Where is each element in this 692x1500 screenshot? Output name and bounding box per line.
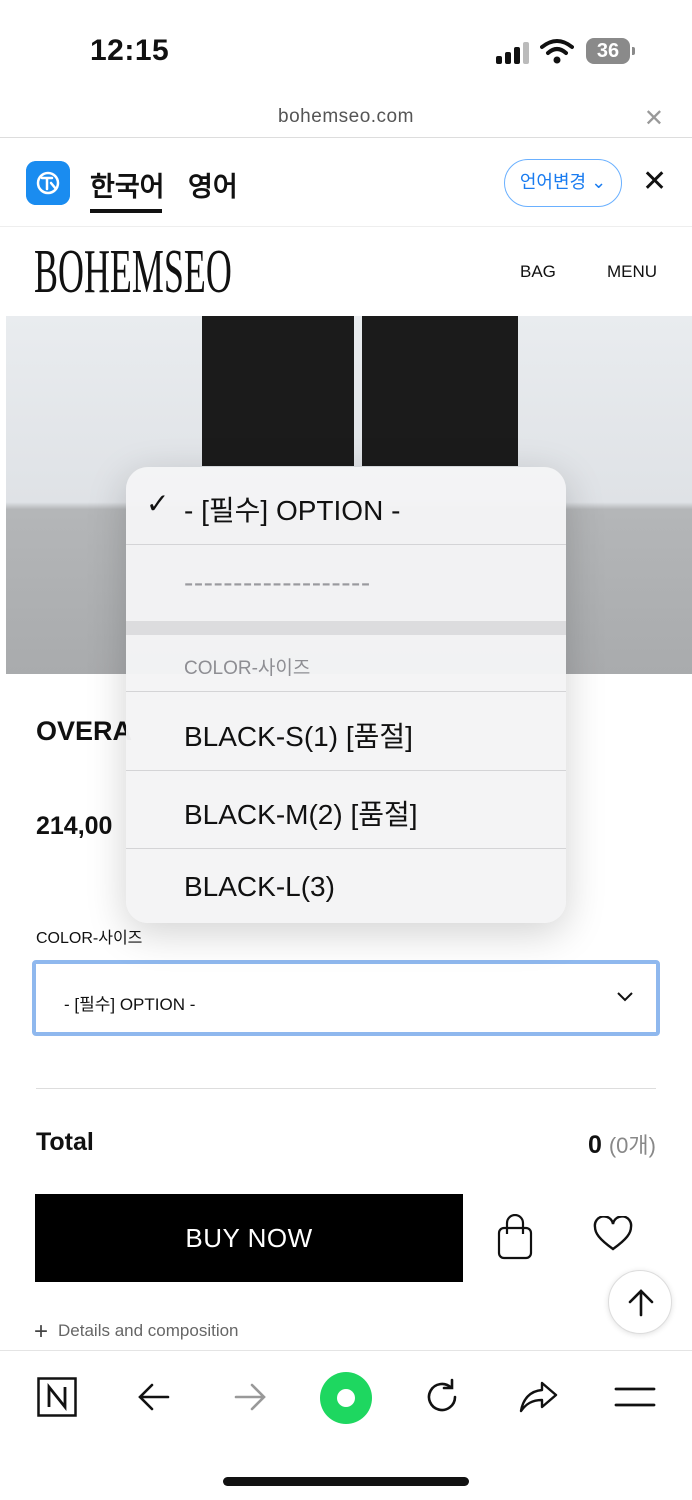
- option-label: COLOR-사이즈: [36, 930, 143, 947]
- product-price: 214,00: [36, 812, 113, 840]
- nav-menu-link[interactable]: MENU: [607, 262, 657, 282]
- select-value: - [필수] OPTION -: [64, 995, 196, 1014]
- total-value: 0 (0개): [588, 1128, 656, 1160]
- url-text[interactable]: bohemseo.com: [0, 106, 692, 128]
- scroll-top-button[interactable]: [608, 1270, 672, 1334]
- checkmark-icon: ✓: [146, 488, 170, 519]
- naver-n-icon[interactable]: [37, 1377, 77, 1417]
- dropdown-option-separator[interactable]: -------------------: [126, 545, 566, 621]
- status-bar: 12:15 36: [0, 0, 692, 100]
- active-tab-underline: [90, 209, 162, 213]
- tab-korean[interactable]: 한국어: [90, 165, 165, 204]
- option-select[interactable]: - [필수] OPTION -: [32, 960, 660, 1036]
- heart-icon[interactable]: [593, 1216, 633, 1252]
- translate-app-icon[interactable]: [26, 161, 70, 205]
- pant-leg-left: [202, 316, 354, 466]
- details-label: Details and composition: [58, 1321, 239, 1340]
- share-icon[interactable]: [518, 1379, 560, 1415]
- reload-icon[interactable]: [422, 1377, 462, 1417]
- close-icon[interactable]: ✕: [642, 167, 667, 197]
- site-header: BOHEMSEO BAG MENU: [0, 228, 692, 316]
- close-icon[interactable]: ✕: [644, 104, 664, 133]
- dropdown-group-header: COLOR-사이즈: [126, 635, 566, 692]
- dropdown-option-label: - [필수] OPTION -: [184, 495, 401, 526]
- battery-level: 36: [596, 40, 620, 62]
- wifi-icon: [540, 39, 574, 64]
- home-indicator: [223, 1477, 469, 1486]
- arrow-left-icon[interactable]: [136, 1379, 172, 1415]
- dropdown-option-label: -------------------: [184, 567, 371, 598]
- shopping-bag-icon[interactable]: [497, 1214, 533, 1260]
- battery-icon: 36: [586, 38, 635, 64]
- status-time: 12:15: [90, 34, 170, 67]
- cellular-signal-icon: [496, 42, 532, 64]
- tab-english[interactable]: 영어: [188, 165, 238, 204]
- dropdown-group-label: COLOR-사이즈: [184, 658, 311, 679]
- buy-now-button[interactable]: BUY NOW: [35, 1194, 463, 1282]
- dropdown-group-gap: [126, 621, 566, 635]
- site-logo[interactable]: BOHEMSEO: [34, 236, 232, 308]
- total-count: (0개): [608, 1133, 656, 1158]
- nav-bag-link[interactable]: BAG: [520, 262, 556, 282]
- option-dropdown: ✓ - [필수] OPTION - ------------------- CO…: [126, 467, 566, 923]
- dropdown-option-label: BLACK-L(3): [184, 871, 335, 902]
- total-amount: 0: [588, 1131, 602, 1159]
- arrow-right-icon[interactable]: [232, 1379, 268, 1415]
- browser-toolbar: [0, 1350, 692, 1500]
- dropdown-option-label: BLACK-M(2) [품절]: [184, 799, 418, 830]
- dropdown-option[interactable]: BLACK-M(2) [품절]: [126, 771, 566, 849]
- divider: [36, 1088, 656, 1089]
- plus-icon: +: [34, 1318, 49, 1345]
- url-bar[interactable]: bohemseo.com ✕: [0, 100, 692, 138]
- translate-bar: 한국어 영어 언어변경 ⌄ ✕: [0, 139, 692, 227]
- green-circle-icon[interactable]: [319, 1371, 373, 1425]
- dropdown-option[interactable]: BLACK-S(1) [품절]: [126, 693, 566, 771]
- hamburger-icon[interactable]: [614, 1385, 656, 1409]
- dropdown-option[interactable]: BLACK-L(3): [126, 849, 566, 923]
- total-label: Total: [36, 1128, 94, 1156]
- chevron-down-icon: [617, 992, 633, 1002]
- product-name: OVERA: [36, 716, 133, 746]
- details-toggle[interactable]: + Details and composition: [34, 1318, 239, 1346]
- dropdown-option-selected[interactable]: ✓ - [필수] OPTION -: [126, 467, 566, 545]
- pant-leg-right: [362, 316, 518, 466]
- dropdown-option-label: BLACK-S(1) [품절]: [184, 721, 413, 752]
- arrow-up-icon: [628, 1289, 654, 1317]
- change-language-button[interactable]: 언어변경 ⌄: [504, 159, 622, 207]
